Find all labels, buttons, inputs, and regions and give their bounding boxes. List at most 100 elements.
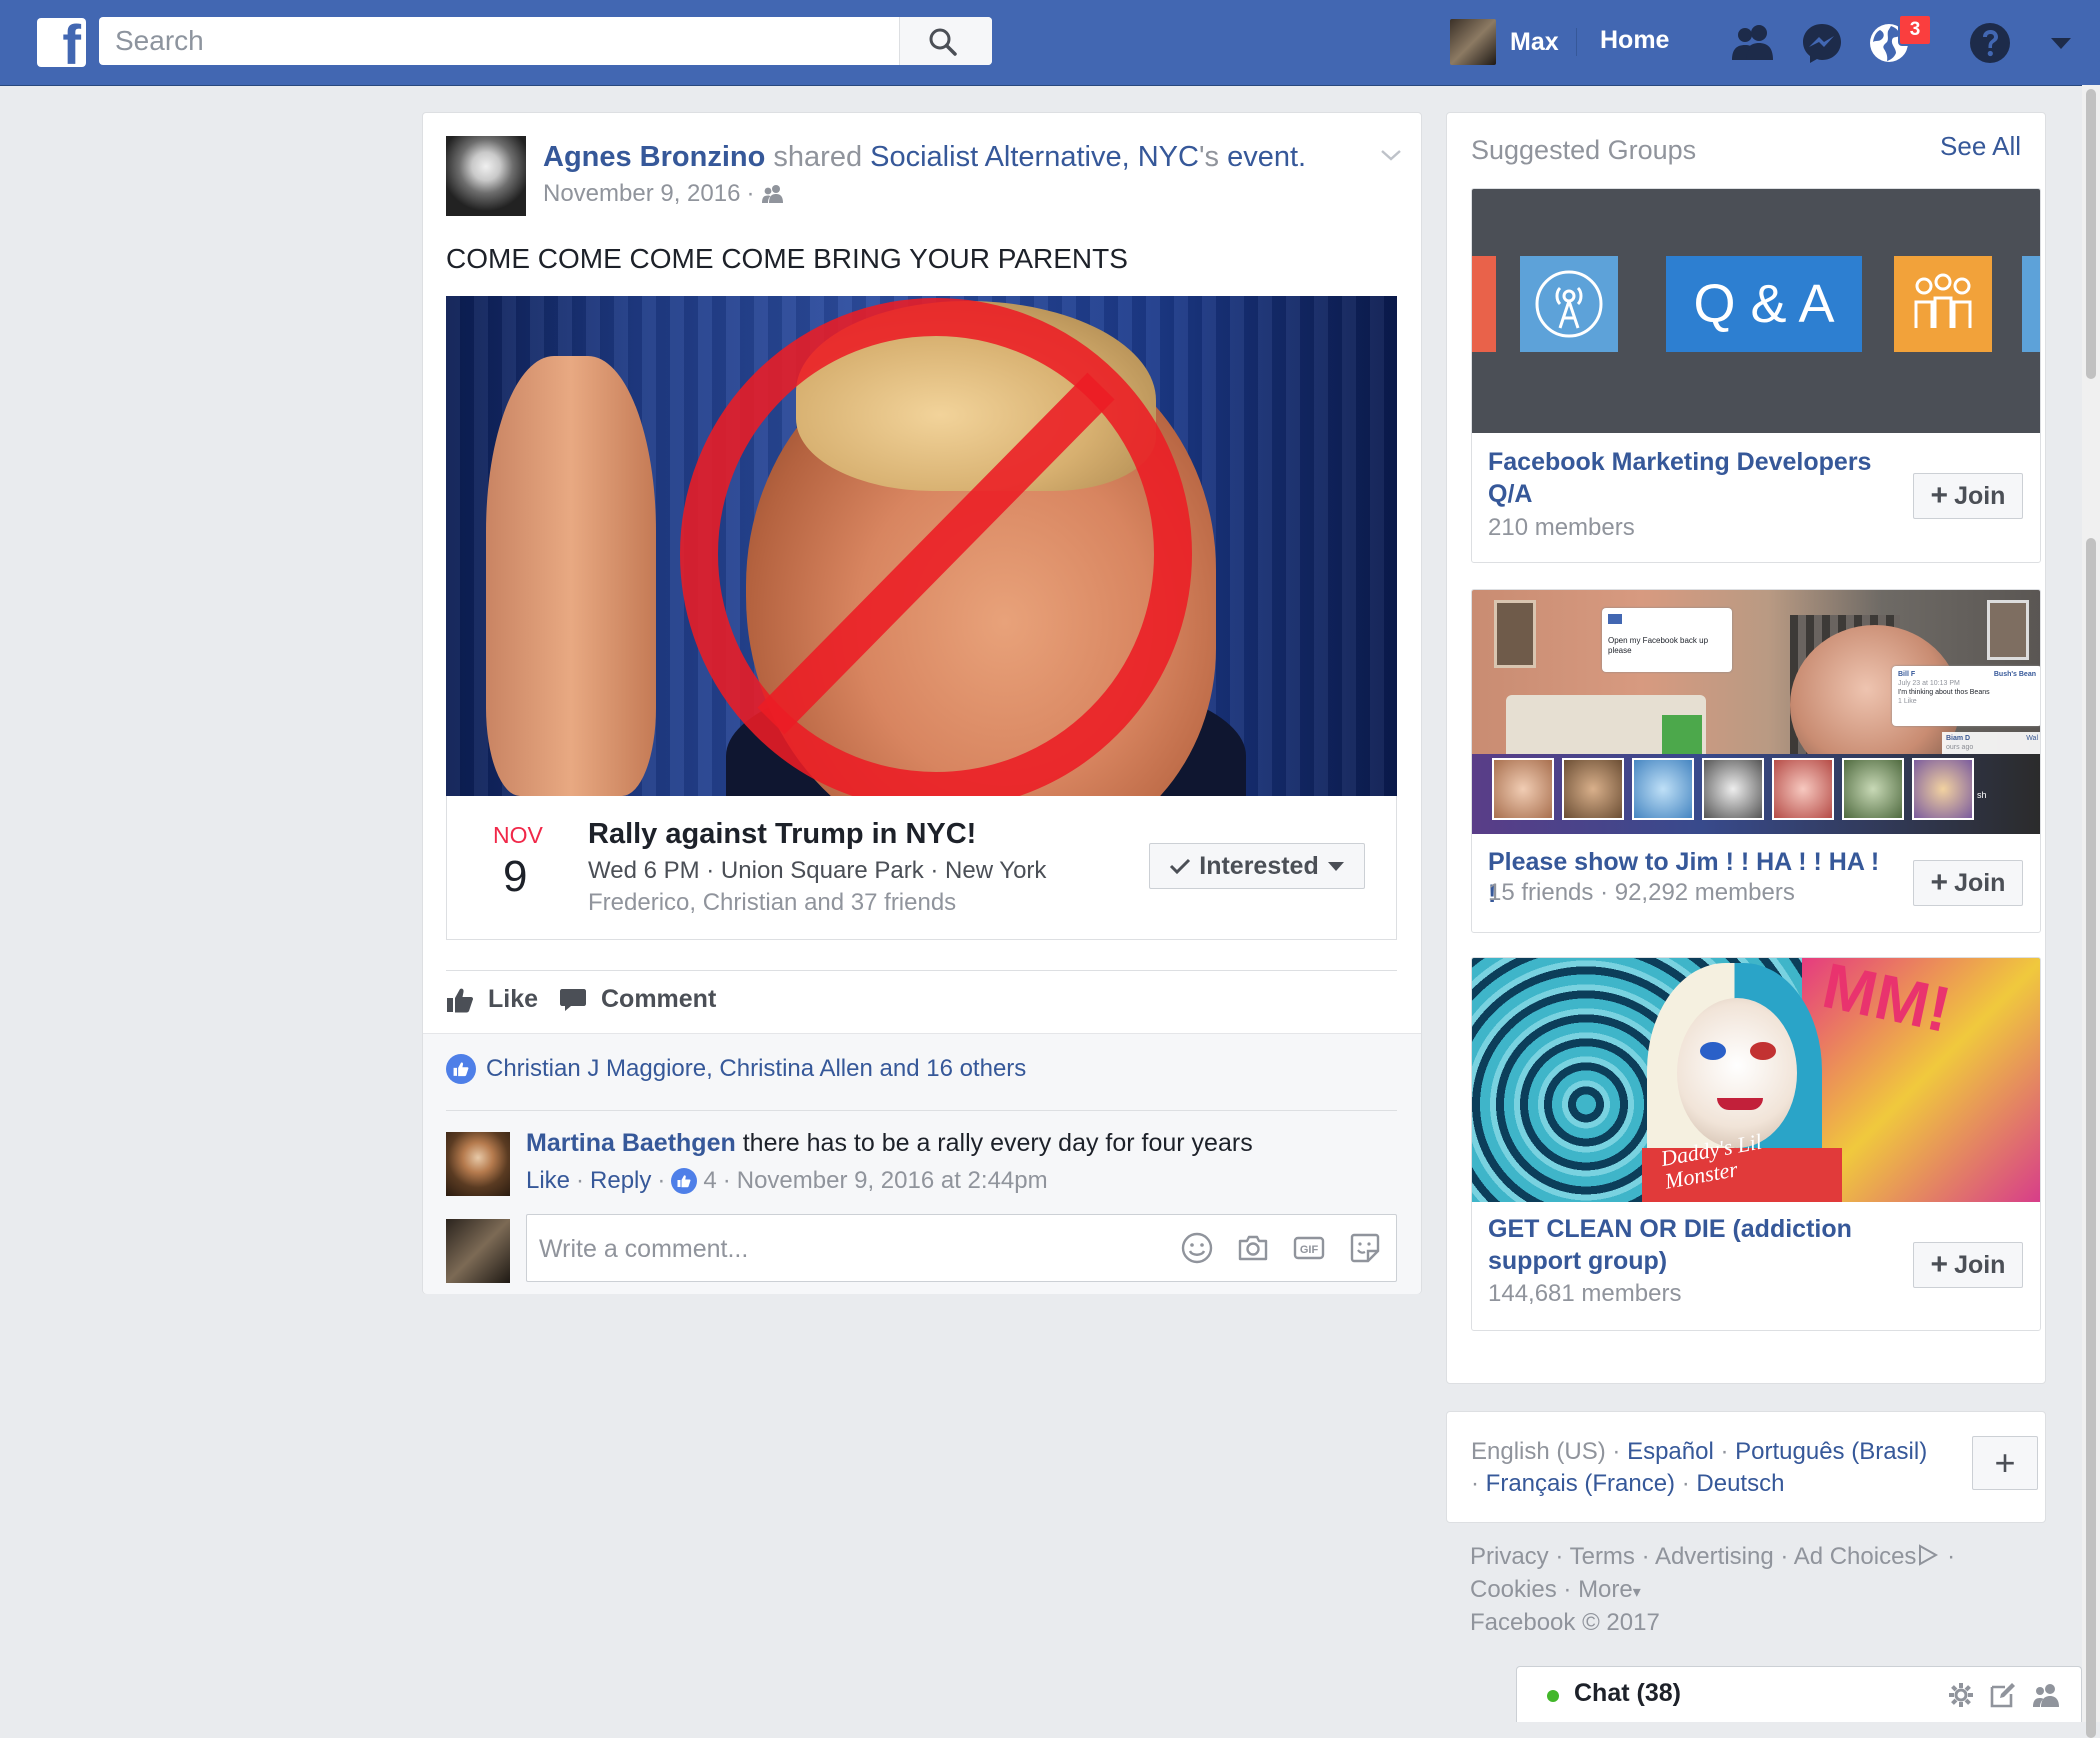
group-cover-image[interactable]: MM! Daddy's Lil Monster	[1472, 958, 2040, 1202]
group-card: MM! Daddy's Lil Monster GET CLEAN OR DIE…	[1471, 957, 2041, 1331]
more-languages-button[interactable]: +	[1972, 1436, 2038, 1490]
event-title-link[interactable]: Rally against Trump in NYC!	[588, 818, 976, 851]
separator: ·	[1563, 1576, 1572, 1604]
chat-tools	[1947, 1681, 2061, 1709]
help-icon[interactable]	[1967, 20, 2013, 66]
comment-timestamp[interactable]: November 9, 2016 at 2:44pm	[737, 1167, 1048, 1195]
join-group-button[interactable]: + Join	[1913, 1242, 2023, 1288]
comment: Martina Baethgen there has to be a rally…	[526, 1129, 1253, 1158]
event-friends-going: Frederico, Christian and 37 friends	[588, 889, 957, 916]
language-link[interactable]: Deutsch	[1696, 1470, 1784, 1497]
group-cover-image[interactable]: Open my Facebook back up please Bill F B…	[1472, 590, 2040, 834]
language-link[interactable]: Español	[1627, 1438, 1714, 1465]
friends-audience-icon[interactable]	[760, 183, 786, 205]
separator: ·	[746, 180, 755, 207]
group-cover-image[interactable]: Q & A	[1472, 189, 2040, 433]
comment-reply-link[interactable]: Reply	[590, 1167, 651, 1195]
scrollbar-thumb[interactable]	[2086, 538, 2096, 1738]
messenger-icon[interactable]	[1799, 20, 1845, 66]
screenshot-bubble-text: I'm thinking about thos Beans	[1898, 689, 1990, 697]
footer-link[interactable]: Advertising	[1655, 1543, 1774, 1570]
facebook-logo-icon[interactable]: f	[37, 18, 86, 67]
likes-summary-text[interactable]: Christian J Maggiore, Christina Allen an…	[486, 1055, 1026, 1083]
post-header: Agnes Bronzino shared Socialist Alternat…	[543, 139, 1306, 177]
join-group-button[interactable]: + Join	[1913, 860, 2023, 906]
thumbs-up-icon	[447, 988, 473, 1012]
more-caret-icon[interactable]: ▾	[1633, 1584, 1641, 1601]
author-avatar[interactable]	[446, 136, 526, 216]
event-details[interactable]: NOV 9 Rally against Trump in NYC! Wed 6 …	[446, 796, 1397, 940]
svg-text:GIF: GIF	[1300, 1244, 1319, 1256]
write-comment-input[interactable]	[527, 1215, 1141, 1283]
compose-icon[interactable]	[1989, 1681, 2017, 1709]
footer-link[interactable]: Terms	[1570, 1543, 1635, 1570]
search-input[interactable]	[99, 17, 899, 65]
suggested-groups-panel: Suggested Groups See All Q & A Facebook …	[1446, 112, 2046, 1384]
like-label: Like	[488, 985, 539, 1013]
ad-choices-icon[interactable]	[1916, 1544, 1940, 1566]
composer-tools: GIF	[1180, 1231, 1382, 1265]
search-button[interactable]	[899, 17, 992, 65]
author-name-link[interactable]: Agnes Bronzino	[543, 141, 765, 173]
footer-link[interactable]: Ad Choices	[1794, 1543, 1917, 1570]
group-chat-icon[interactable]	[2031, 1681, 2061, 1709]
comment-button[interactable]: Comment	[559, 985, 716, 1014]
join-label: Join	[1954, 1250, 2006, 1279]
footer-links: Privacy · Terms · Advertising · Ad Choic…	[1470, 1540, 2030, 1639]
sticker-icon[interactable]	[1348, 1231, 1382, 1265]
gif-icon[interactable]: GIF	[1292, 1231, 1326, 1265]
group-members: 15 friends · 92,292 members	[1488, 879, 1795, 906]
gear-icon[interactable]	[1947, 1681, 1975, 1709]
group-name-link[interactable]: GET CLEAN OR DIE (addiction support grou…	[1488, 1213, 1888, 1277]
separator: ·	[722, 1167, 731, 1194]
footer-link[interactable]: Privacy	[1470, 1543, 1549, 1570]
post-options-chevron-icon[interactable]	[1379, 143, 1403, 167]
group-members: 210 members	[1488, 514, 1635, 541]
separator: ·	[1681, 1470, 1690, 1498]
event-cover-image[interactable]	[446, 296, 1397, 796]
like-button[interactable]: Like	[446, 985, 538, 1014]
comment-actions: Like · Reply · 4 · November 9, 2016 at 2…	[526, 1167, 1048, 1195]
language-link[interactable]: Français (France)	[1486, 1470, 1675, 1497]
screenshot-bubble-text: sh	[1977, 790, 1987, 800]
event-time-location: Wed 6 PM · Union Square Park · New York	[588, 857, 1047, 884]
chat-label: Chat (38)	[1574, 1679, 1681, 1707]
search-box	[99, 17, 992, 65]
separator: ·	[1780, 1543, 1789, 1570]
footer-link[interactable]: More	[1578, 1576, 1633, 1603]
emoji-icon[interactable]	[1180, 1231, 1214, 1265]
group-name-link[interactable]: Facebook Marketing Developers Q/A	[1488, 446, 1888, 510]
copyright: Facebook © 2017	[1470, 1609, 1660, 1637]
page-scrollbar[interactable]	[2082, 85, 2100, 1738]
language-link[interactable]: Português (Brasil)	[1735, 1438, 1927, 1465]
chevron-down-icon[interactable]	[2038, 20, 2084, 66]
divider	[446, 1110, 1397, 1111]
caret-down-icon	[1327, 862, 1344, 871]
camera-icon[interactable]	[1236, 1231, 1270, 1265]
reactions-summary[interactable]: Christian J Maggiore, Christina Allen an…	[446, 1054, 1026, 1084]
join-label: Join	[1954, 481, 2006, 510]
chat-bar[interactable]: Chat (38)	[1516, 1666, 2082, 1722]
comment-like-count[interactable]: 4	[703, 1167, 716, 1195]
interested-button[interactable]: Interested	[1149, 843, 1365, 889]
event-link[interactable]: event.	[1227, 141, 1306, 173]
post-timestamp-link[interactable]: November 9, 2016	[543, 180, 740, 208]
commenter-avatar[interactable]	[446, 1132, 510, 1196]
separator: ·	[1612, 1438, 1621, 1465]
see-all-link[interactable]: See All	[1940, 131, 2021, 162]
commenter-name-link[interactable]: Martina Baethgen	[526, 1129, 736, 1157]
screenshot-bubble-time: July 23 at 10:13 PM	[1898, 680, 1960, 688]
post-date: November 9, 2016 ·	[543, 180, 786, 208]
separator: ·	[576, 1167, 585, 1194]
shared-from-link[interactable]: Socialist Alternative, NYC	[870, 141, 1199, 173]
scrollbar-thumb-upper[interactable]	[2086, 89, 2096, 379]
join-group-button[interactable]: + Join	[1913, 473, 2023, 519]
profile-link[interactable]: Max	[1450, 18, 1559, 66]
panel-title: Suggested Groups	[1471, 135, 1697, 165]
screenshot-bubble-time: ours ago	[1946, 744, 1974, 752]
footer-link[interactable]: Cookies	[1470, 1576, 1557, 1603]
comment-like-link[interactable]: Like	[526, 1167, 570, 1195]
interested-label: Interested	[1199, 851, 1319, 880]
friend-requests-icon[interactable]	[1730, 20, 1776, 66]
home-link[interactable]: Home	[1600, 26, 1669, 55]
